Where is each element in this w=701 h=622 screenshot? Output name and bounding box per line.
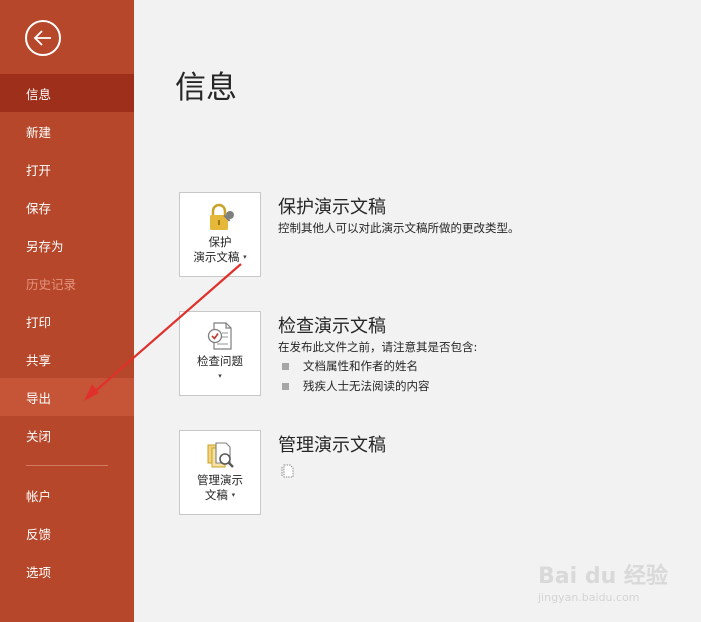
annotation-arrow-icon (84, 263, 242, 401)
baidu-watermark-logo: Bai du 经验 (538, 564, 668, 589)
baidu-watermark-url: jingyan.baidu.com (538, 591, 640, 604)
